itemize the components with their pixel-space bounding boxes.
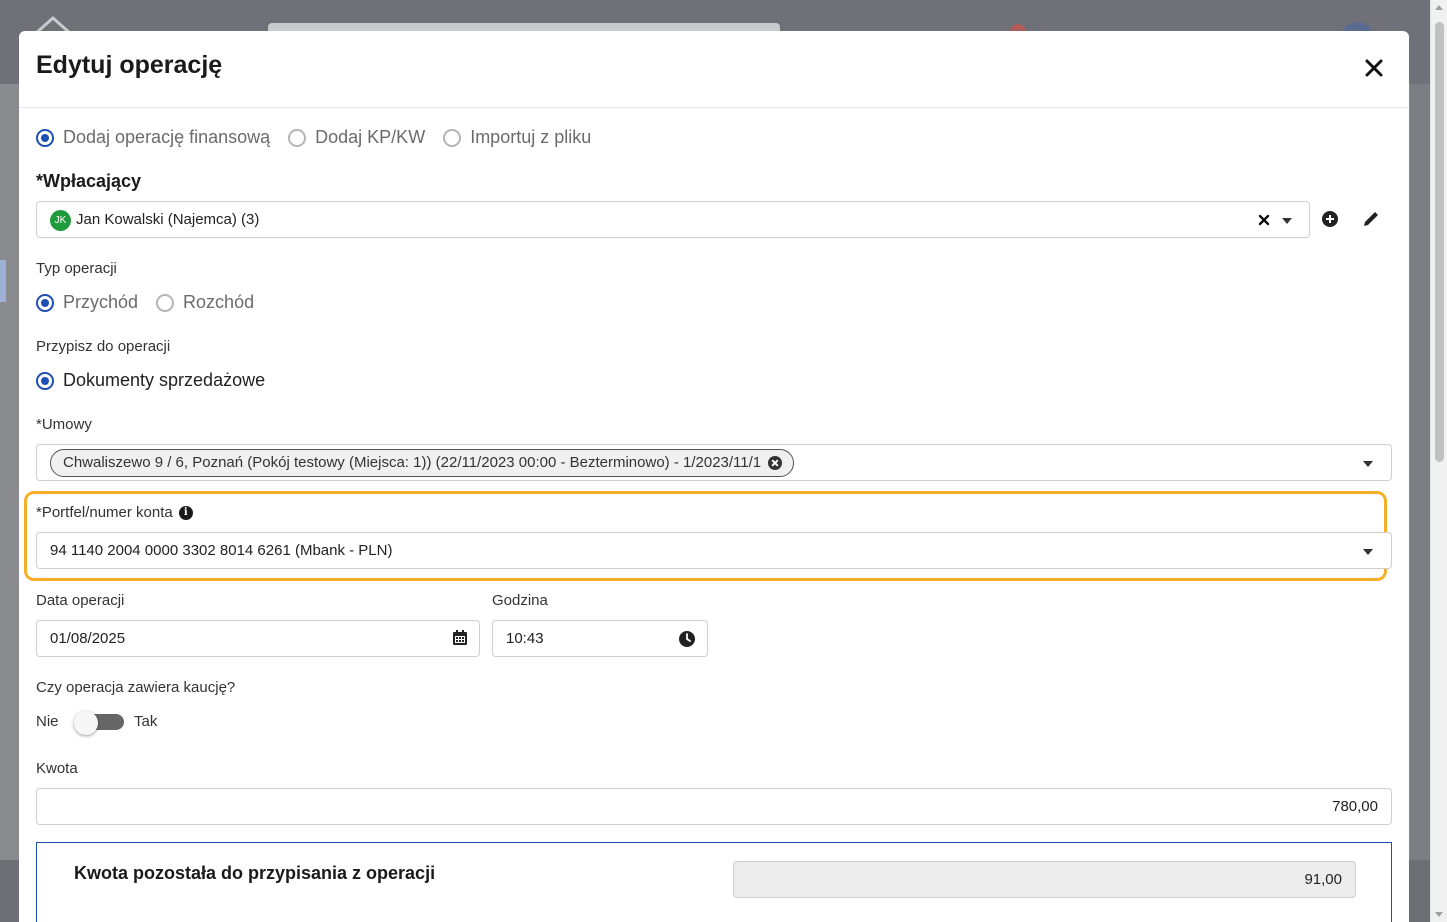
contract-chip: Chwaliszewo 9 / 6, Poznań (Pokój testowy…	[50, 449, 795, 477]
radio-label: Dokumenty sprzedażowe	[63, 370, 266, 390]
wallet-label: *Portfel/numer konta i	[36, 504, 193, 521]
radio-checked-icon	[36, 293, 54, 312]
time-input[interactable]: 10:43	[492, 620, 708, 657]
payer-label: *Wpłacający	[36, 171, 142, 191]
scroll-up-arrow-icon[interactable]	[1435, 5, 1443, 10]
radio-import-from-file[interactable]: Importuj z pliku	[443, 127, 591, 148]
remaining-value: 91,00	[1304, 871, 1342, 888]
clock-icon[interactable]	[678, 630, 696, 648]
radio-label: Dodaj operację finansową	[63, 127, 271, 147]
contracts-multiselect[interactable]: Chwaliszewo 9 / 6, Poznań (Pokój testowy…	[36, 444, 1392, 481]
radio-add-financial-operation[interactable]: Dodaj operację finansową	[36, 127, 270, 148]
payer-select[interactable]: JK Jan Kowalski (Najemca) (3)	[36, 201, 1310, 238]
assign-label: Przypisz do operacji	[36, 338, 171, 355]
deposit-on-label: Tak	[134, 713, 158, 730]
toggle-knob	[74, 711, 98, 735]
edit-operation-modal: Edytuj operację Dodaj operację finansową…	[19, 31, 1409, 922]
payer-avatar: JK	[50, 210, 71, 231]
page-scrollbar[interactable]	[1430, 0, 1447, 922]
wallet-select[interactable]: 94 1140 2004 0000 3302 8014 6261 (Mbank …	[36, 532, 1392, 569]
remaining-readonly-field: 91,00	[733, 861, 1356, 898]
time-value: 10:43	[506, 630, 544, 647]
radio-add-kp-kw[interactable]: Dodaj KP/KW	[288, 127, 425, 148]
radio-checked-icon	[36, 371, 54, 390]
radio-income[interactable]: Przychód	[36, 292, 138, 313]
info-icon[interactable]: i	[178, 506, 193, 521]
remaining-summary-panel: Kwota pozostała do przypisania z operacj…	[36, 842, 1392, 922]
radio-label: Przychód	[63, 292, 139, 312]
radio-checked-icon	[36, 128, 54, 147]
clear-selection-icon[interactable]	[1254, 210, 1274, 230]
amount-value: 780,00	[1332, 798, 1378, 815]
date-label: Data operacji	[36, 592, 125, 609]
radio-expense[interactable]: Rozchód	[156, 292, 254, 313]
operation-type-radio-group: Przychód Rozchód	[36, 292, 272, 313]
contracts-label: *Umowy	[36, 416, 92, 433]
modal-header: Edytuj operację	[19, 31, 1409, 108]
assign-radio-group: Dokumenty sprzedażowe	[36, 370, 283, 391]
radio-label: Rozchód	[183, 292, 255, 312]
radio-unchecked-icon	[443, 128, 462, 147]
remaining-label: Kwota pozostała do przypisania z operacj…	[74, 863, 436, 883]
modal-title: Edytuj operację	[36, 51, 223, 79]
date-input[interactable]: 01/08/2025	[36, 620, 480, 657]
wallet-label-text: *Portfel/numer konta	[36, 504, 173, 521]
deposit-toggle[interactable]	[74, 711, 124, 735]
app-sidebar-active-item	[0, 260, 6, 302]
pencil-icon[interactable]	[1360, 208, 1382, 230]
operation-type-label: Typ operacji	[36, 260, 117, 277]
time-label: Godzina	[492, 592, 548, 609]
close-icon[interactable]	[1362, 56, 1386, 80]
calendar-icon[interactable]	[451, 629, 469, 647]
mode-radio-group: Dodaj operację finansową Dodaj KP/KW Imp…	[36, 127, 609, 148]
chevron-down-icon[interactable]	[1363, 549, 1373, 555]
contract-chip-label: Chwaliszewo 9 / 6, Poznań (Pokój testowy…	[63, 454, 762, 471]
amount-label: Kwota	[36, 760, 78, 777]
radio-label: Dodaj KP/KW	[315, 127, 426, 147]
radio-unchecked-icon	[156, 293, 175, 312]
radio-label: Importuj z pliku	[470, 127, 592, 147]
app-right-panel	[1410, 84, 1430, 922]
amount-input[interactable]: 780,00	[36, 788, 1392, 825]
date-value: 01/08/2025	[50, 630, 126, 647]
deposit-off-label: Nie	[36, 713, 59, 730]
deposit-label: Czy operacja zawiera kaucję?	[36, 679, 236, 696]
scrollbar-thumb[interactable]	[1435, 22, 1444, 462]
add-circle-icon[interactable]	[1319, 208, 1341, 230]
radio-sales-documents[interactable]: Dokumenty sprzedażowe	[36, 370, 265, 391]
scroll-down-arrow-icon[interactable]	[1435, 912, 1443, 917]
chevron-down-icon[interactable]	[1363, 461, 1373, 467]
remove-chip-icon[interactable]	[768, 456, 783, 470]
chevron-down-icon[interactable]	[1282, 218, 1292, 224]
radio-unchecked-icon	[288, 128, 307, 147]
payer-value: Jan Kowalski (Najemca) (3)	[76, 211, 260, 228]
wallet-value: 94 1140 2004 0000 3302 8014 6261 (Mbank …	[50, 542, 393, 559]
